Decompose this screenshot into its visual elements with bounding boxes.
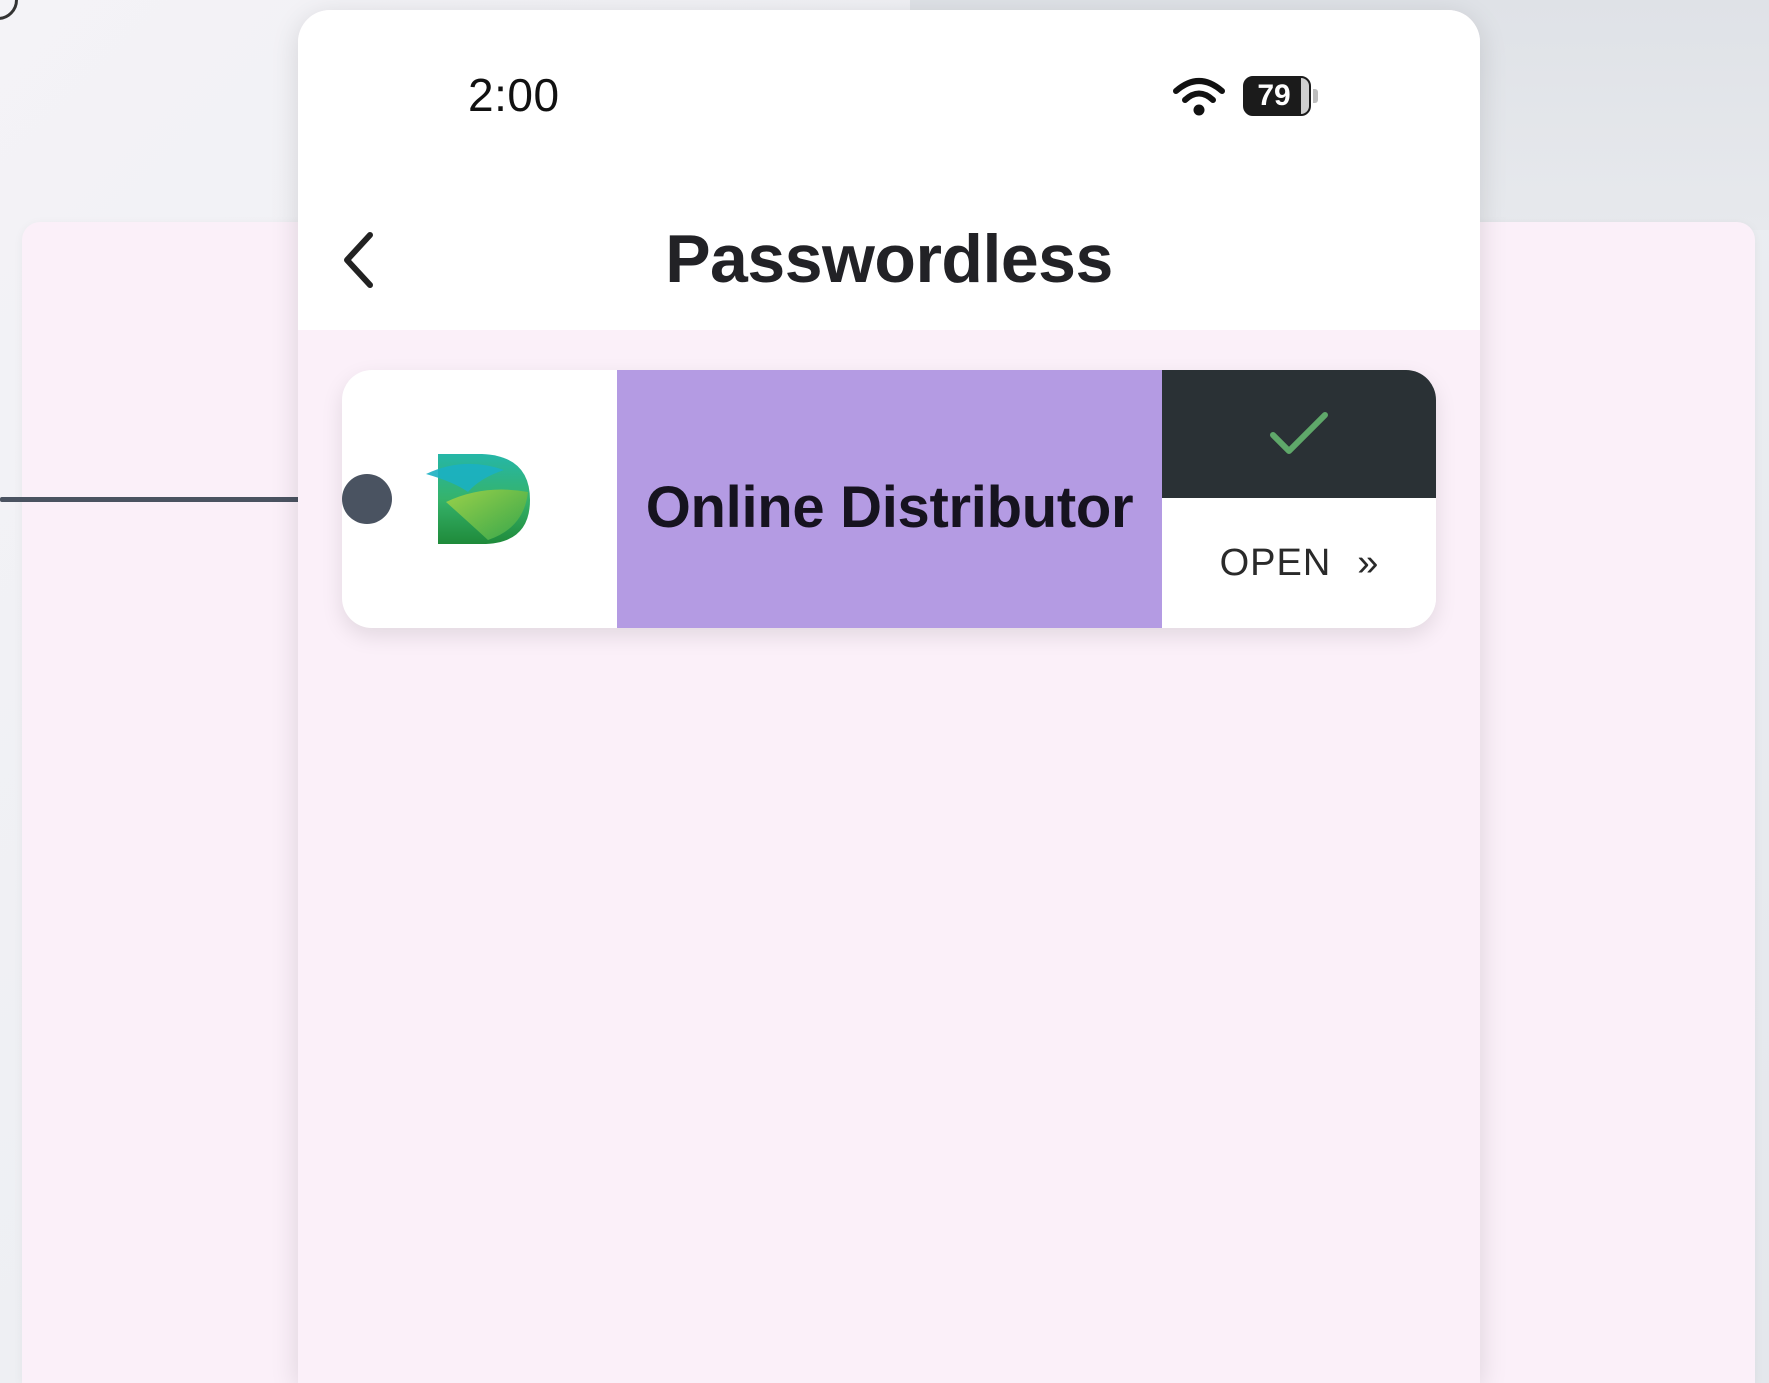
service-card[interactable]: Online Distributor OPEN » bbox=[342, 370, 1436, 628]
open-button[interactable]: OPEN » bbox=[1162, 498, 1436, 628]
battery-level: 79 bbox=[1257, 79, 1291, 112]
battery-icon: 79 bbox=[1243, 76, 1321, 118]
page-title: Passwordless bbox=[665, 221, 1113, 297]
service-name-cell: Online Distributor bbox=[617, 370, 1162, 628]
app-header: 2:00 79 Passwordless bbox=[298, 10, 1480, 330]
status-panel bbox=[1162, 370, 1436, 498]
phone-screen: 2:00 79 Passwordless Online Distributor … bbox=[298, 10, 1480, 1383]
connector-dot bbox=[342, 474, 392, 524]
status-time: 2:00 bbox=[468, 69, 560, 121]
service-actions: OPEN » bbox=[1162, 370, 1436, 628]
open-label: OPEN bbox=[1219, 541, 1332, 584]
double-chevron-right-icon: » bbox=[1357, 541, 1379, 584]
corner-marker bbox=[0, 0, 18, 20]
service-name: Online Distributor bbox=[645, 474, 1134, 540]
online-distributor-logo bbox=[426, 454, 530, 544]
wifi-icon bbox=[1173, 78, 1225, 116]
checkmark-icon bbox=[1270, 412, 1328, 454]
status-icons: 79 bbox=[1173, 72, 1321, 122]
